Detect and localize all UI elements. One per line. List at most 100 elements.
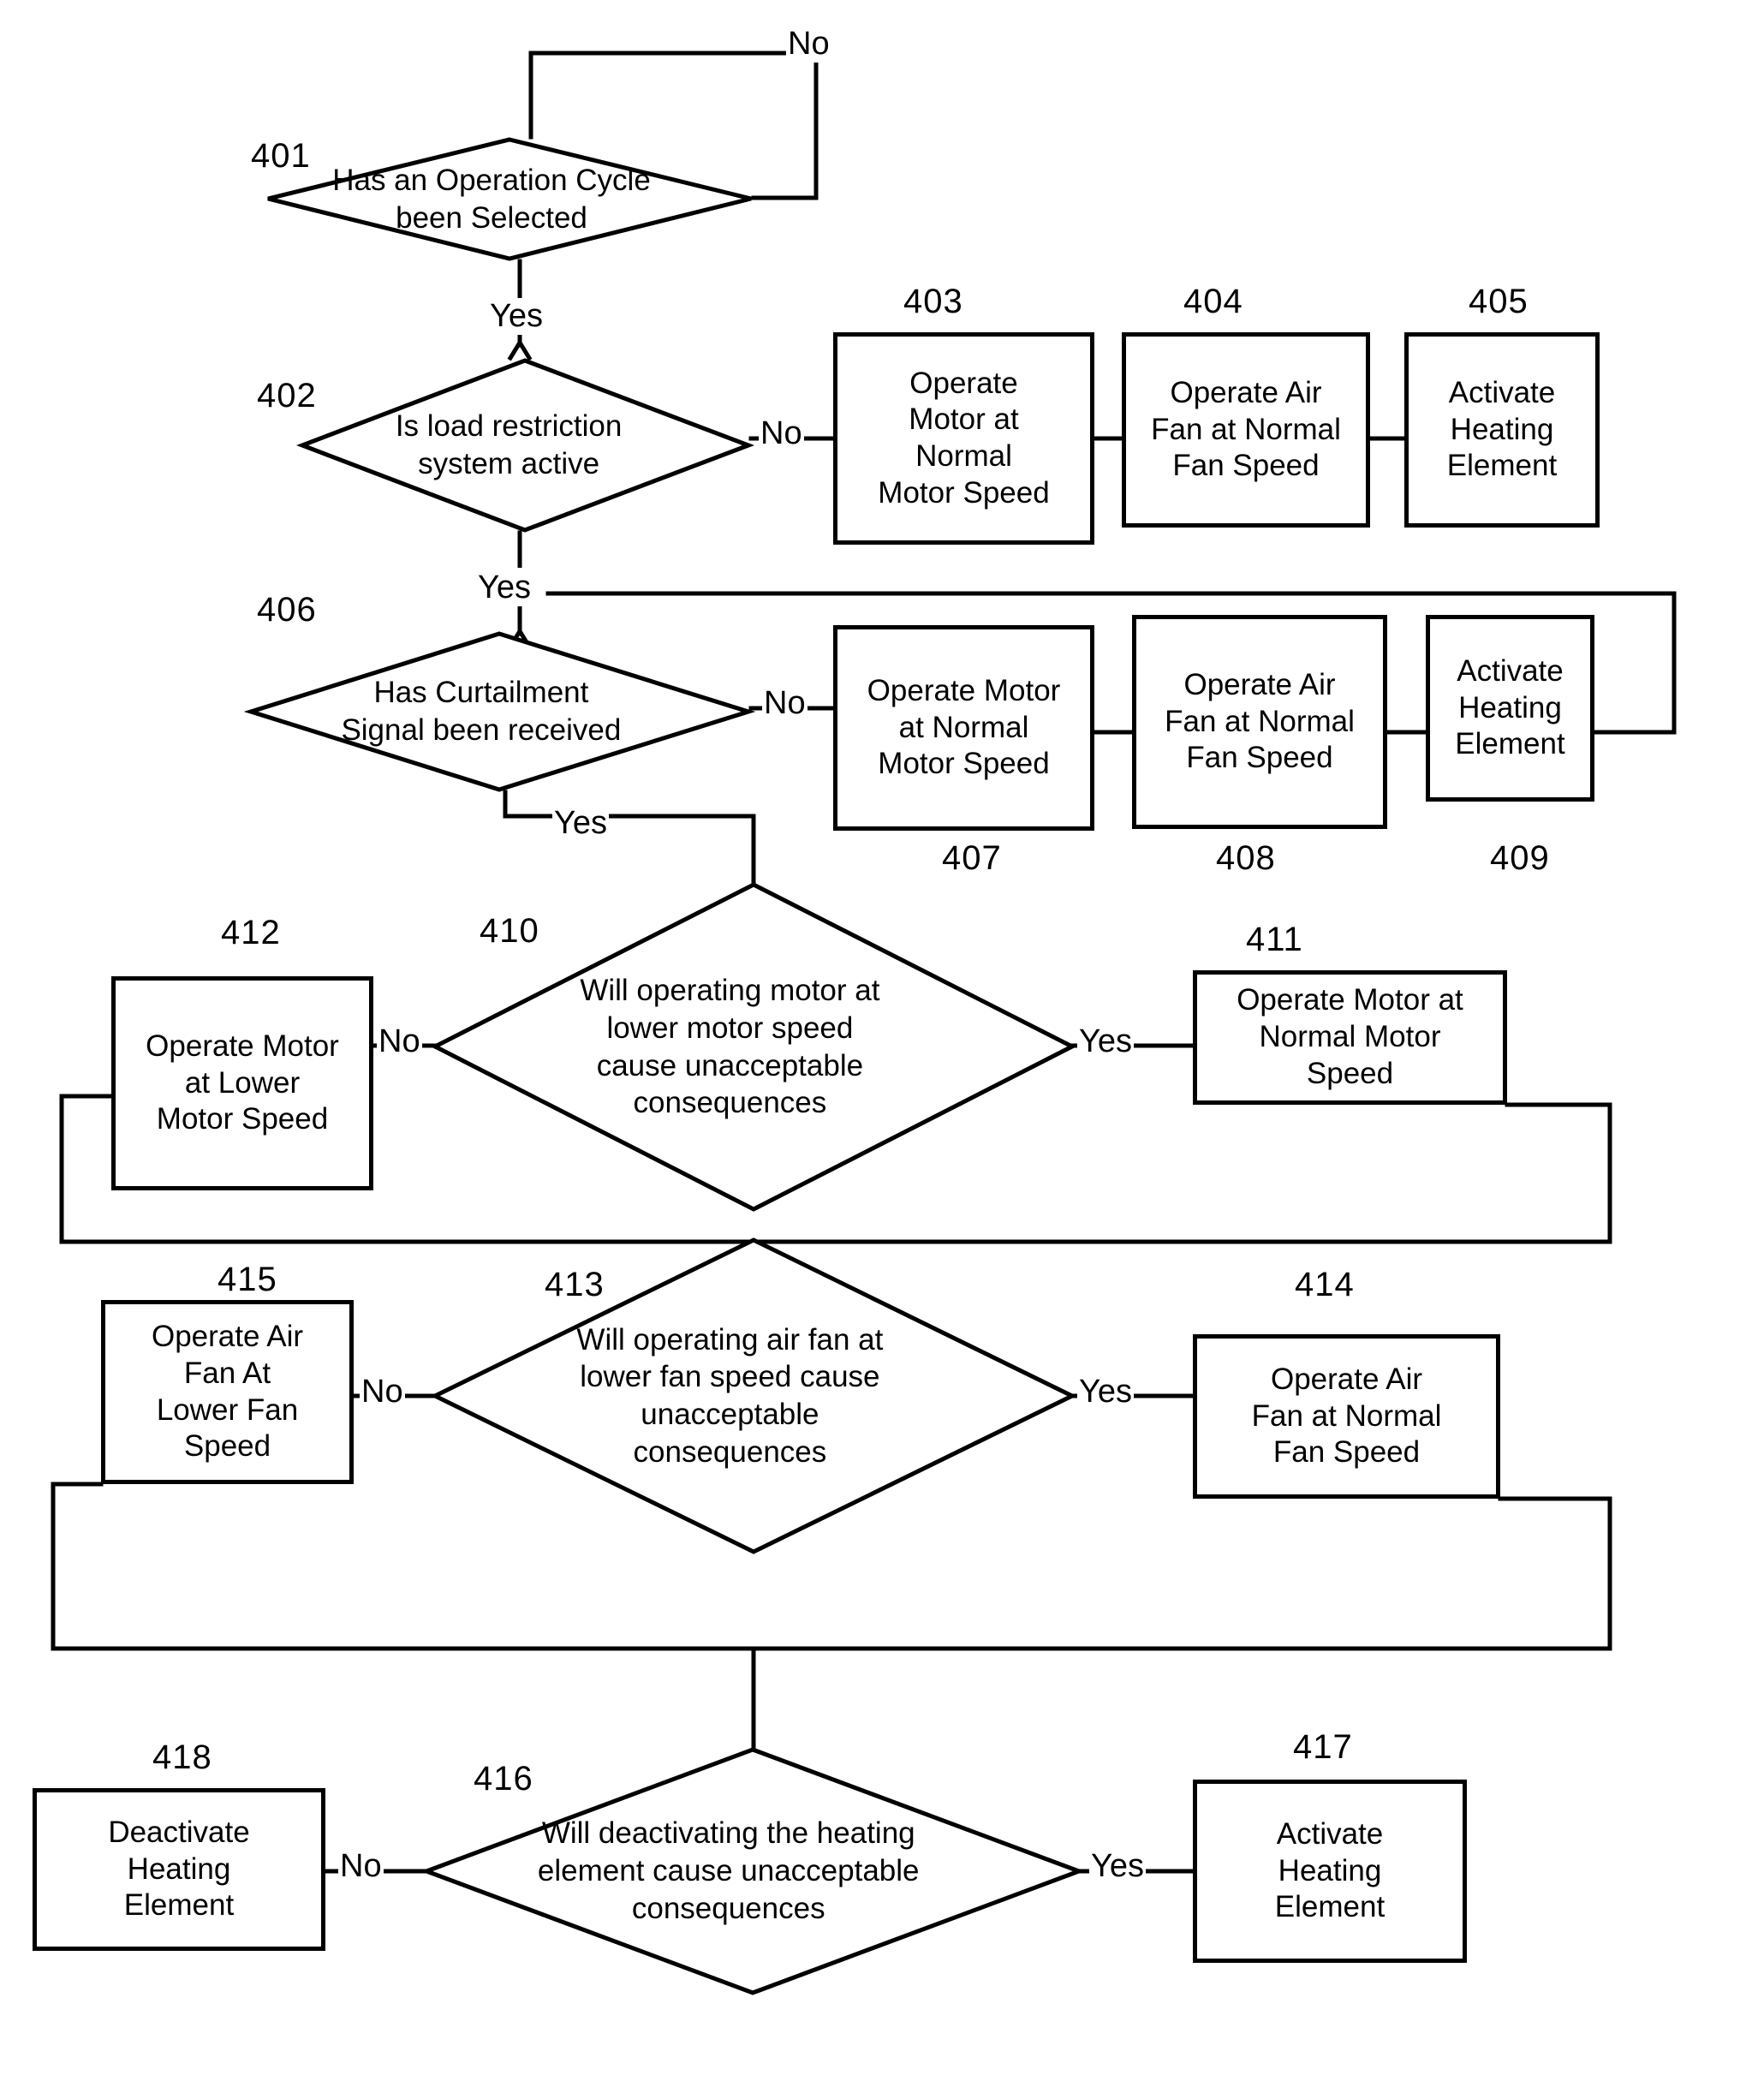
decision-401-line-1: Has an Operation Cycle [332,163,651,197]
process-412[interactable]: Operate Motor at Lower Motor Speed [111,976,373,1190]
decision-410-line-3: cause unacceptable [596,1048,864,1082]
process-418-line-3: Element [123,1888,235,1923]
label-413-yes: Yes [1077,1374,1134,1410]
label-416-no: No [338,1848,384,1885]
decision-410-line-2: lower motor speed [606,1011,854,1045]
ref-407: 407 [942,839,1002,877]
process-411-line-2: Normal Motor [1259,1020,1441,1054]
process-404-text: Operate Air Fan at Normal Fan Speed [1131,375,1361,485]
process-409-line-2: Heating [1458,690,1562,724]
decision-413-text: Will operating air fan at lower fan spee… [432,1237,1075,1554]
process-409-text: Activate Heating Element [1435,653,1585,763]
decision-413-line-2: lower fan speed cause [580,1360,880,1394]
decision-413-line-1: Will operating air fan at [576,1322,884,1357]
process-405-line-3: Element [1446,449,1558,483]
process-415-line-3: Lower Fan [156,1392,299,1427]
decision-413-line-4: consequences [633,1434,827,1469]
decision-402[interactable]: Is load restriction system active [295,358,755,533]
process-418-line-2: Heating [127,1852,231,1886]
process-417-text: Activate Heating Element [1202,1816,1457,1926]
decision-406[interactable]: Has Curtailment Signal been received [243,631,756,792]
process-412-line-3: Motor Speed [156,1102,329,1136]
process-408[interactable]: Operate Air Fan at Normal Fan Speed [1132,615,1387,829]
process-407-text: Operate Motor at Normal Motor Speed [843,673,1085,783]
process-411[interactable]: Operate Motor at Normal Motor Speed [1193,970,1507,1105]
decision-401-text: Has an Operation Cycle been Selected [265,137,754,261]
ref-412: 412 [221,914,281,951]
ref-416: 416 [474,1760,533,1798]
process-403[interactable]: Operate Motor at Normal Motor Speed [833,332,1094,545]
process-408-line-3: Fan Speed [1186,741,1333,775]
ref-409: 409 [1490,839,1550,877]
process-411-line-3: Speed [1306,1056,1394,1090]
ref-411: 411 [1246,921,1303,958]
process-404-line-2: Fan at Normal [1151,412,1341,446]
label-413-no: No [360,1374,405,1410]
label-406-yes-top: Yes [476,569,533,606]
ref-403: 403 [903,283,963,320]
process-405-line-2: Heating [1450,412,1554,446]
process-407[interactable]: Operate Motor at Normal Motor Speed [833,625,1094,831]
process-405-line-1: Activate [1448,375,1556,409]
ref-408: 408 [1216,839,1276,877]
process-418-line-1: Deactivate [108,1815,250,1849]
process-403-text: Operate Motor at Normal Motor Speed [843,366,1085,512]
decision-401[interactable]: Has an Operation Cycle been Selected [265,137,754,261]
process-409-line-1: Activate [1457,653,1564,688]
label-401-no: No [786,26,831,63]
process-417[interactable]: Activate Heating Element [1193,1780,1467,1963]
process-411-text: Operate Motor at Normal Motor Speed [1202,982,1498,1092]
ref-405: 405 [1469,283,1529,320]
process-405[interactable]: Activate Heating Element [1404,332,1600,528]
ref-413: 413 [545,1266,605,1303]
label-410-yes: Yes [1077,1023,1134,1060]
process-414-line-2: Fan at Normal [1251,1398,1442,1433]
process-418-text: Deactivate Heating Element [42,1815,316,1924]
process-408-text: Operate Air Fan at Normal Fan Speed [1141,667,1378,777]
process-405-text: Activate Heating Element [1414,375,1590,485]
decision-406-line-1: Has Curtailment [373,676,589,710]
ref-406: 406 [257,591,317,629]
label-402-no: No [759,415,804,452]
label-406-yes-bottom: Yes [552,805,609,842]
decision-402-line-1: Is load restriction [395,409,623,444]
decision-406-text: Has Curtailment Signal been received [248,631,751,792]
process-407-line-2: at Normal [898,710,1029,744]
process-407-line-3: Motor Speed [878,747,1050,781]
label-401-yes: Yes [488,298,545,335]
label-416-yes: Yes [1089,1848,1146,1885]
process-415-text: Operate Air Fan At Lower Fan Speed [110,1319,344,1465]
process-415[interactable]: Operate Air Fan At Lower Fan Speed [101,1300,354,1484]
process-404-line-1: Operate Air [1170,375,1322,409]
process-407-line-1: Operate Motor [867,673,1061,707]
process-403-line-1: Operate [909,366,1018,400]
decision-413[interactable]: Will operating air fan at lower fan spee… [430,1237,1077,1554]
process-417-line-3: Element [1274,1890,1386,1924]
process-417-line-1: Activate [1276,1816,1384,1851]
decision-416-line-3: consequences [631,1891,825,1925]
process-414[interactable]: Operate Air Fan at Normal Fan Speed [1193,1334,1500,1499]
decision-406-line-2: Signal been received [341,713,622,747]
process-403-line-2: Motor at [909,402,1019,437]
flowchart-canvas: Has an Operation Cycle been Selected 401… [0,0,1764,2093]
ref-404: 404 [1183,283,1243,320]
process-418[interactable]: Deactivate Heating Element [33,1788,325,1951]
process-415-line-1: Operate Air [151,1320,304,1354]
process-409[interactable]: Activate Heating Element [1426,615,1594,802]
process-404[interactable]: Operate Air Fan at Normal Fan Speed [1122,332,1370,528]
ref-401: 401 [251,137,311,175]
process-408-line-1: Operate Air [1183,667,1336,701]
decision-416-line-2: element cause unacceptable [537,1854,920,1888]
process-411-line-1: Operate Motor at [1237,983,1463,1017]
process-412-line-2: at Lower [184,1065,301,1100]
process-412-text: Operate Motor at Lower Motor Speed [121,1029,364,1138]
decision-416-line-1: Will deactivating the heating [541,1816,915,1851]
decision-401-line-2: been Selected [396,200,587,235]
process-414-line-1: Operate Air [1270,1362,1423,1396]
wire-406-yes-down [503,790,756,885]
process-408-line-2: Fan at Normal [1165,704,1355,738]
decision-410-line-4: consequences [633,1086,827,1120]
decision-410-line-1: Will operating motor at [580,974,880,1007]
process-412-line-1: Operate Motor [146,1029,339,1063]
decision-402-line-2: system active [418,447,600,480]
